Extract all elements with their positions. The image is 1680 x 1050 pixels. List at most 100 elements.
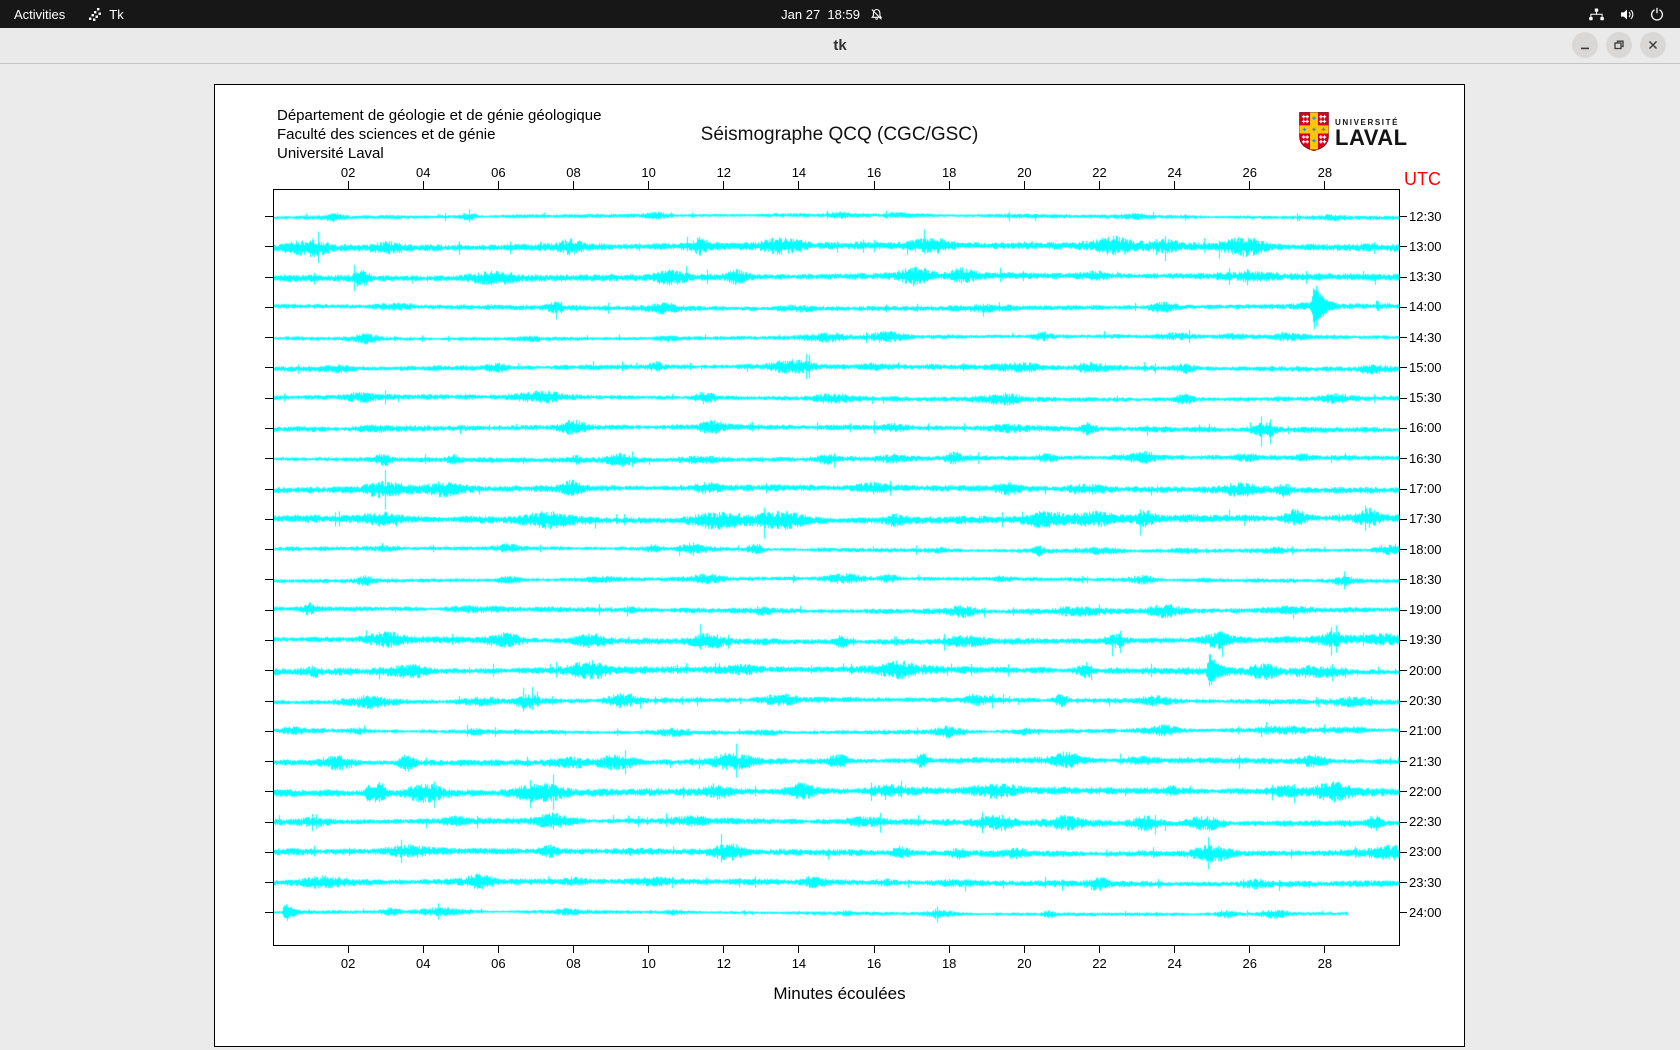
x-tick-bottom <box>1023 946 1025 953</box>
x-tick-top <box>497 181 499 189</box>
utc-time-label: 14:00 <box>1409 299 1442 315</box>
x-tick-bottom <box>573 946 575 953</box>
utc-time-label: 22:00 <box>1409 783 1442 799</box>
x-tick-top <box>1023 181 1025 189</box>
x-tick-top <box>347 181 349 189</box>
x-tick-top <box>873 181 875 189</box>
trace-left-tick <box>265 579 273 581</box>
x-tick-label-top: 22 <box>1092 165 1107 180</box>
trace-left-tick <box>265 639 273 641</box>
trace-left-tick <box>265 882 273 884</box>
trace-left-tick <box>265 700 273 702</box>
trace-left-tick <box>265 912 273 914</box>
trace-right-tick <box>1400 458 1407 460</box>
trace-left-tick <box>265 670 273 672</box>
trace-left-tick <box>265 730 273 732</box>
x-tick-bottom <box>347 946 349 953</box>
trace-plot <box>274 190 1399 945</box>
utc-time-label: 12:30 <box>1409 208 1442 224</box>
x-tick-top <box>1324 181 1326 189</box>
x-tick-top <box>1174 181 1176 189</box>
focused-app-indicator[interactable]: Tk <box>79 0 133 28</box>
utc-time-label: 13:30 <box>1409 269 1442 285</box>
trace-right-tick <box>1400 882 1407 884</box>
trace-right-tick <box>1400 912 1407 914</box>
x-tick-top <box>798 181 800 189</box>
trace-left-tick <box>265 216 273 217</box>
x-tick-label-bottom: 06 <box>491 956 506 971</box>
x-tick-label-top: 14 <box>791 165 807 180</box>
x-axis-title: Minutes écoulées <box>773 984 906 1003</box>
trace-left-tick <box>265 518 273 520</box>
trace-right-tick <box>1400 549 1407 551</box>
utc-time-label: 21:00 <box>1409 723 1442 739</box>
x-tick-top <box>1098 181 1100 189</box>
x-tick-label-bottom: 14 <box>791 956 807 971</box>
power-icon <box>1650 7 1664 21</box>
x-tick-label-bottom: 12 <box>716 956 732 971</box>
x-tick-label-top: 12 <box>716 165 732 180</box>
x-tick-bottom <box>798 946 800 953</box>
x-tick-label-top: 10 <box>641 165 656 180</box>
x-tick-label-bottom: 08 <box>566 956 581 971</box>
trace-right-tick <box>1400 337 1407 339</box>
close-button[interactable] <box>1640 32 1666 58</box>
trace-right-tick <box>1400 246 1407 248</box>
trace-right-tick <box>1400 609 1407 611</box>
utc-time-label: 17:00 <box>1409 481 1442 497</box>
utc-label: UTC <box>1404 169 1441 189</box>
maximize-button[interactable] <box>1606 32 1632 58</box>
clock-menu[interactable]: Jan 27 18:59 <box>781 0 899 28</box>
utc-time-label: 16:30 <box>1409 450 1442 466</box>
x-tick-label-top: 16 <box>866 165 882 180</box>
trace-right-tick <box>1400 579 1407 581</box>
utc-time-label: 21:30 <box>1409 753 1442 769</box>
x-tick-label-top: 28 <box>1317 165 1333 180</box>
utc-time-label: 16:00 <box>1409 420 1442 436</box>
utc-time-label: 19:30 <box>1409 632 1442 648</box>
trace-right-tick <box>1400 518 1407 520</box>
x-tick-top <box>948 181 950 189</box>
trace-left-tick <box>265 276 273 278</box>
x-tick-label-top: 06 <box>491 165 506 180</box>
window-content: Département de géologie et de génie géol… <box>0 64 1680 1050</box>
trace-right-tick <box>1400 821 1407 823</box>
trace-left-tick <box>265 851 273 853</box>
trace-right-tick <box>1400 488 1407 490</box>
window-titlebar: tk <box>0 28 1680 64</box>
trace-left-tick <box>265 427 273 429</box>
focused-app-label: Tk <box>109 6 124 22</box>
x-tick-bottom <box>1174 946 1176 953</box>
gnome-top-bar: Activities Tk Jan 27 18:59 <box>0 0 1680 28</box>
x-tick-bottom <box>873 946 875 953</box>
utc-time-label: 18:30 <box>1409 571 1442 587</box>
trace-left-tick <box>265 397 273 399</box>
trace-left-tick <box>265 761 273 763</box>
minimize-icon <box>1581 47 1589 50</box>
x-tick-top <box>1249 181 1251 189</box>
system-status-area[interactable] <box>1572 0 1680 28</box>
activities-button[interactable]: Activities <box>0 0 79 28</box>
x-tick-label-bottom: 10 <box>641 956 656 971</box>
utc-time-label: 17:30 <box>1409 511 1442 527</box>
utc-time-label: 13:00 <box>1409 238 1442 254</box>
utc-time-label: 18:00 <box>1409 541 1442 557</box>
x-tick-bottom <box>948 946 950 953</box>
minimize-button[interactable] <box>1572 32 1598 58</box>
x-tick-bottom <box>648 946 650 953</box>
x-tick-label-top: 26 <box>1242 165 1257 180</box>
x-tick-label-bottom: 02 <box>340 956 356 971</box>
x-tick-label-bottom: 24 <box>1167 956 1182 971</box>
window-title: tk <box>833 36 847 54</box>
trace-left-tick <box>265 549 273 551</box>
trace-right-tick <box>1400 639 1407 641</box>
utc-time-label: 14:30 <box>1409 329 1442 345</box>
x-tick-label-top: 18 <box>941 165 957 180</box>
x-tick-label-top: 02 <box>340 165 356 180</box>
utc-time-label: 22:30 <box>1409 814 1442 830</box>
x-tick-label-bottom: 16 <box>866 956 882 971</box>
utc-time-label: 19:00 <box>1409 602 1442 618</box>
trace-right-tick <box>1400 791 1407 793</box>
logo-text-laval: LAVAL <box>1335 125 1408 150</box>
x-tick-top <box>723 181 725 189</box>
